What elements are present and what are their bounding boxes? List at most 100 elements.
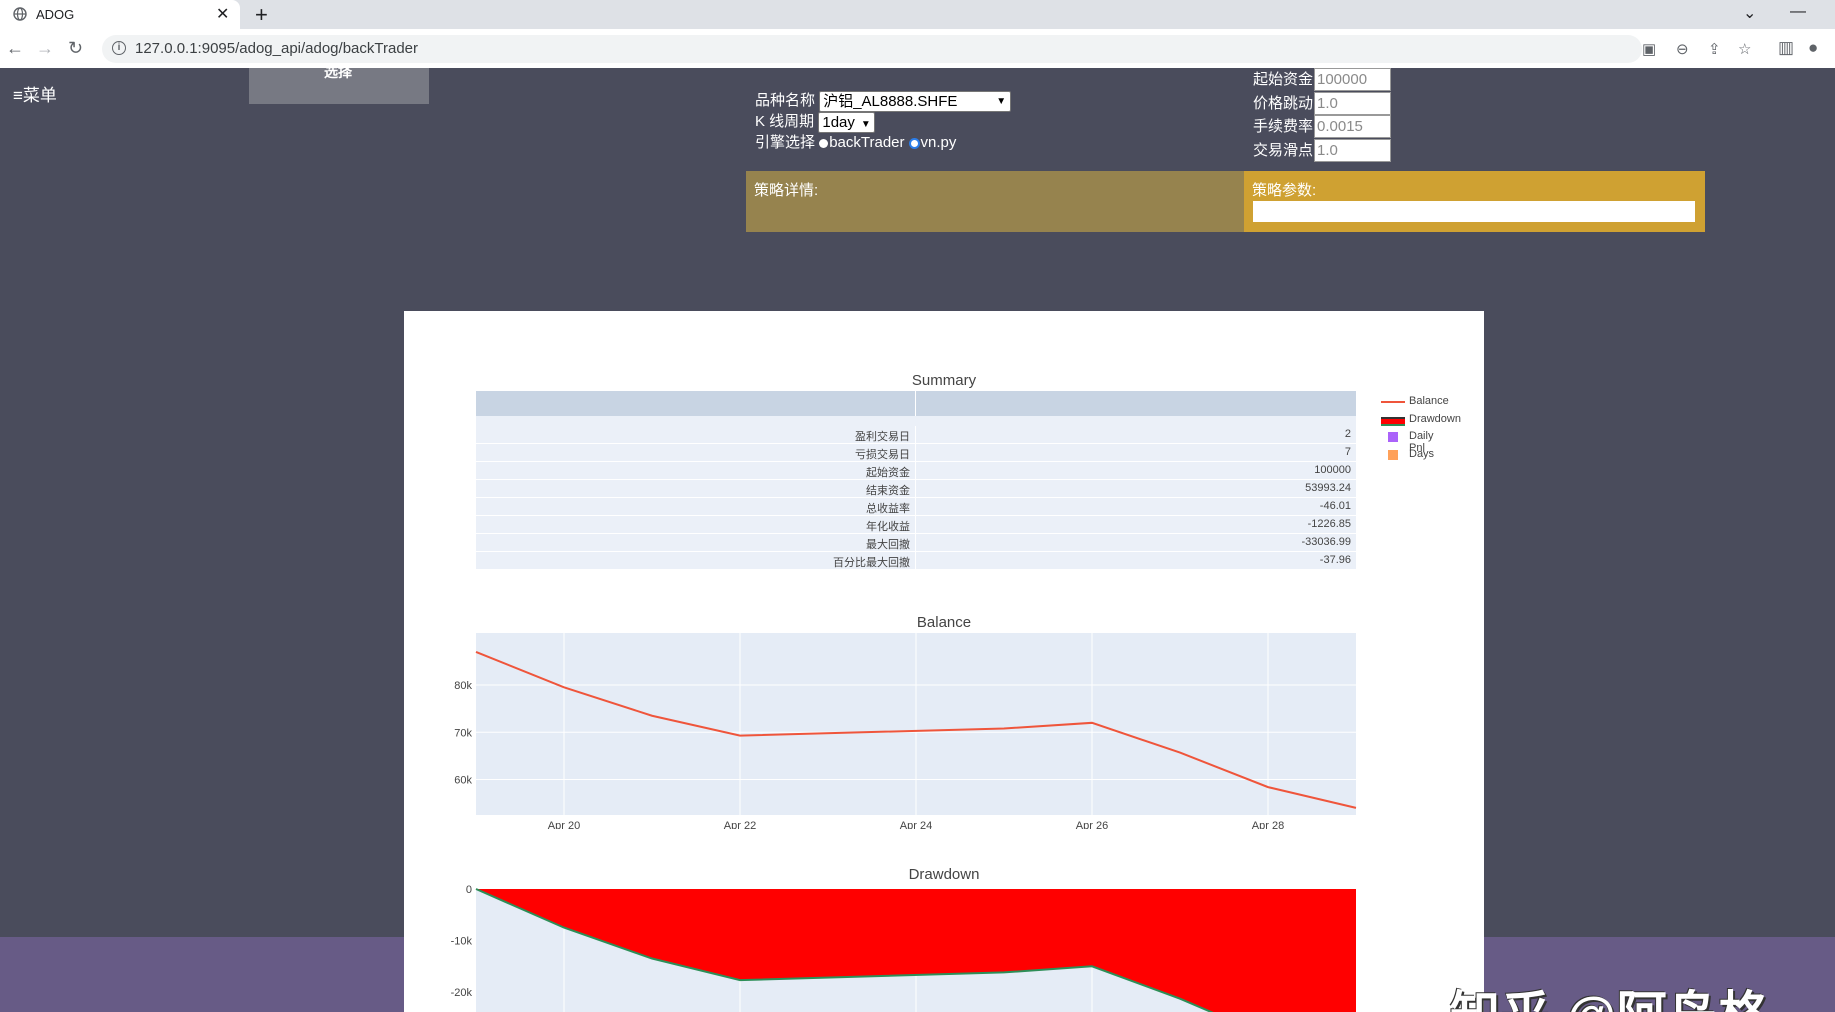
product-select[interactable]: 沪铝_AL8888.SHFE ▼	[819, 90, 1012, 112]
chevron-down-icon: ▼	[996, 95, 1007, 107]
x-tick-label: Apr 28	[1252, 820, 1284, 829]
radio-backtrader[interactable]	[819, 138, 829, 148]
strategy-params-panel: 策略参数:	[1244, 171, 1705, 232]
y-tick-label: -10k	[451, 936, 473, 948]
balance-chart[interactable]: Apr 20Apr 22Apr 24Apr 26Apr 28202260k70k…	[404, 629, 1484, 829]
y-tick-label: 70k	[454, 727, 472, 739]
y-tick-label: 60k	[454, 775, 472, 787]
table-row: 亏损交易日 7	[476, 444, 1356, 462]
radio-vnpy[interactable]	[908, 137, 920, 149]
product-label: 品种名称	[755, 92, 816, 109]
table-row: 百分比最大回撤 -37.96	[476, 552, 1356, 570]
summary-table: 盈利交易日 2 亏损交易日 7 起始资金 100000 结束资金 53993.24 总收益率 -4…	[476, 391, 1356, 570]
tab-title: ADOG	[36, 7, 75, 22]
engine-option-backtrader: backTrader	[829, 134, 905, 151]
legend-swatch	[1388, 449, 1398, 460]
tick-input[interactable]: 1.0	[1314, 91, 1391, 115]
summary-key: 最大回撤	[866, 539, 910, 551]
backtest-form: 品种名称 沪铝_AL8888.SHFE ▼ K 线周期 1day ▼ 引擎选择 ba…	[755, 90, 1012, 153]
share-icon[interactable]: ⇪	[1708, 40, 1721, 58]
engine-option-vnpy: vn.py	[920, 134, 957, 151]
browser-tab-bar: ADOG ✕ + ⌄ —	[0, 0, 1835, 29]
legend-label: Days	[1409, 447, 1435, 460]
summary-value: 100000	[1314, 464, 1351, 476]
table-row: 总收益率 -46.01	[476, 498, 1356, 516]
summary-value: -1226.85	[1307, 518, 1351, 530]
capital-label: 起始资金	[1253, 71, 1314, 88]
fee-label: 手续费率	[1253, 118, 1314, 135]
bookmark-star-icon[interactable]: ☆	[1738, 40, 1751, 58]
legend-swatch	[1381, 416, 1405, 426]
globe-icon	[13, 7, 27, 21]
kline-select-value: 1day	[822, 113, 855, 131]
x-tick-label: Apr 20	[548, 820, 580, 829]
strategy-detail-panel: 策略详情:	[746, 171, 1244, 232]
address-bar[interactable]: i 127.0.0.1:9095/adog_api/adog/backTrade…	[102, 35, 1751, 63]
summary-key: 亏损交易日	[855, 449, 910, 461]
table-row: 年化收益 -1226.85	[476, 516, 1356, 534]
browser-toolbar: ← → ↻ i 127.0.0.1:9095/adog_api/adog/bac…	[0, 29, 1835, 69]
tick-label: 价格跳动	[1253, 94, 1314, 112]
table-row: 结束资金 53993.24	[476, 480, 1356, 498]
new-tab-button[interactable]: +	[255, 2, 268, 28]
back-icon[interactable]: ←	[6, 38, 24, 59]
zoom-icon[interactable]: ⊖	[1676, 40, 1689, 58]
select-button-label: 选择	[324, 68, 352, 80]
legend-label: Balance	[1409, 395, 1449, 407]
minimize-icon[interactable]: —	[1790, 3, 1806, 21]
summary-value: 2	[1344, 428, 1351, 440]
chevron-down-icon: ▼	[860, 118, 871, 130]
y-tick-label: 80k	[454, 680, 472, 692]
strategy-params-input[interactable]	[1253, 201, 1695, 222]
chevron-down-icon[interactable]: ⌄	[1743, 3, 1756, 23]
strategy-detail-label: 策略详情:	[754, 182, 819, 199]
close-tab-icon[interactable]: ✕	[216, 4, 229, 24]
summary-value: -33036.99	[1301, 536, 1351, 548]
summary-title: Summary	[911, 372, 977, 389]
engine-label: 引擎选择	[755, 134, 816, 151]
summary-key: 盈利交易日	[855, 431, 910, 443]
summary-key: 起始资金	[866, 467, 910, 479]
summary-table-header	[476, 391, 1356, 416]
profile-icon[interactable]: ●	[1808, 38, 1818, 58]
summary-value: -46.01	[1319, 500, 1351, 512]
summary-value: 53993.24	[1305, 482, 1351, 494]
legend-label: Drawdown	[1409, 412, 1461, 425]
watermark-text: 知乎 @阿岛格	[1450, 975, 1770, 1012]
fee-input[interactable]: 0.0015	[1314, 115, 1391, 138]
legend-swatch	[1388, 432, 1398, 442]
slippage-label: 交易滑点	[1253, 141, 1314, 159]
legend-swatch	[1381, 401, 1405, 403]
summary-key: 结束资金	[866, 485, 910, 497]
summary-key: 总收益率	[866, 503, 910, 515]
reload-icon[interactable]: ↻	[68, 38, 83, 59]
y-tick-label: 0	[466, 884, 472, 896]
strategy-params-label: 策略参数:	[1252, 182, 1317, 199]
url-text: 127.0.0.1:9095/adog_api/adog/backTrader	[135, 40, 419, 57]
info-icon[interactable]: i	[112, 41, 126, 55]
backtest-chart-card: Balance Drawdown Daily Pnl Days Summary …	[404, 311, 1484, 1012]
summary-key: 年化收益	[866, 521, 910, 533]
forward-icon[interactable]: →	[36, 38, 54, 59]
slippage-input[interactable]: 1.0	[1314, 138, 1391, 162]
kline-select[interactable]: 1day ▼	[818, 111, 875, 133]
browser-tab[interactable]: ADOG ✕	[0, 0, 240, 29]
x-tick-label: Apr 22	[724, 820, 756, 829]
menu-button[interactable]: ≡菜单	[13, 81, 57, 106]
page-body: ≡菜单 选择 品种名称 沪铝_AL8888.SHFE ▼ K 线周期 1day ▼ …	[0, 68, 1835, 1012]
x-tick-label: Apr 26	[1076, 820, 1108, 829]
table-row: 最大回撤 -33036.99	[476, 534, 1356, 552]
select-button[interactable]: 选择	[249, 68, 429, 104]
kline-label: K 线周期	[755, 113, 815, 130]
side-panel-icon[interactable]: ▥	[1778, 38, 1794, 58]
translate-icon[interactable]: ▣	[1642, 40, 1656, 58]
summary-value: 7	[1344, 446, 1351, 458]
backtest-params: 起始资金 100000 价格跳动 1.0 手续费率 0.0015 交易滑点 1.0	[1253, 68, 1391, 162]
y-tick-label: -20k	[451, 987, 473, 999]
product-select-value: 沪铝_AL8888.SHFE	[823, 92, 958, 110]
x-tick-label: Apr 24	[900, 820, 932, 829]
table-row: 起始资金 100000	[476, 462, 1356, 480]
summary-key: 百分比最大回撤	[833, 557, 910, 569]
capital-input[interactable]: 100000	[1314, 68, 1391, 91]
drawdown-chart[interactable]: 0 -10k -20k	[404, 881, 1484, 1012]
